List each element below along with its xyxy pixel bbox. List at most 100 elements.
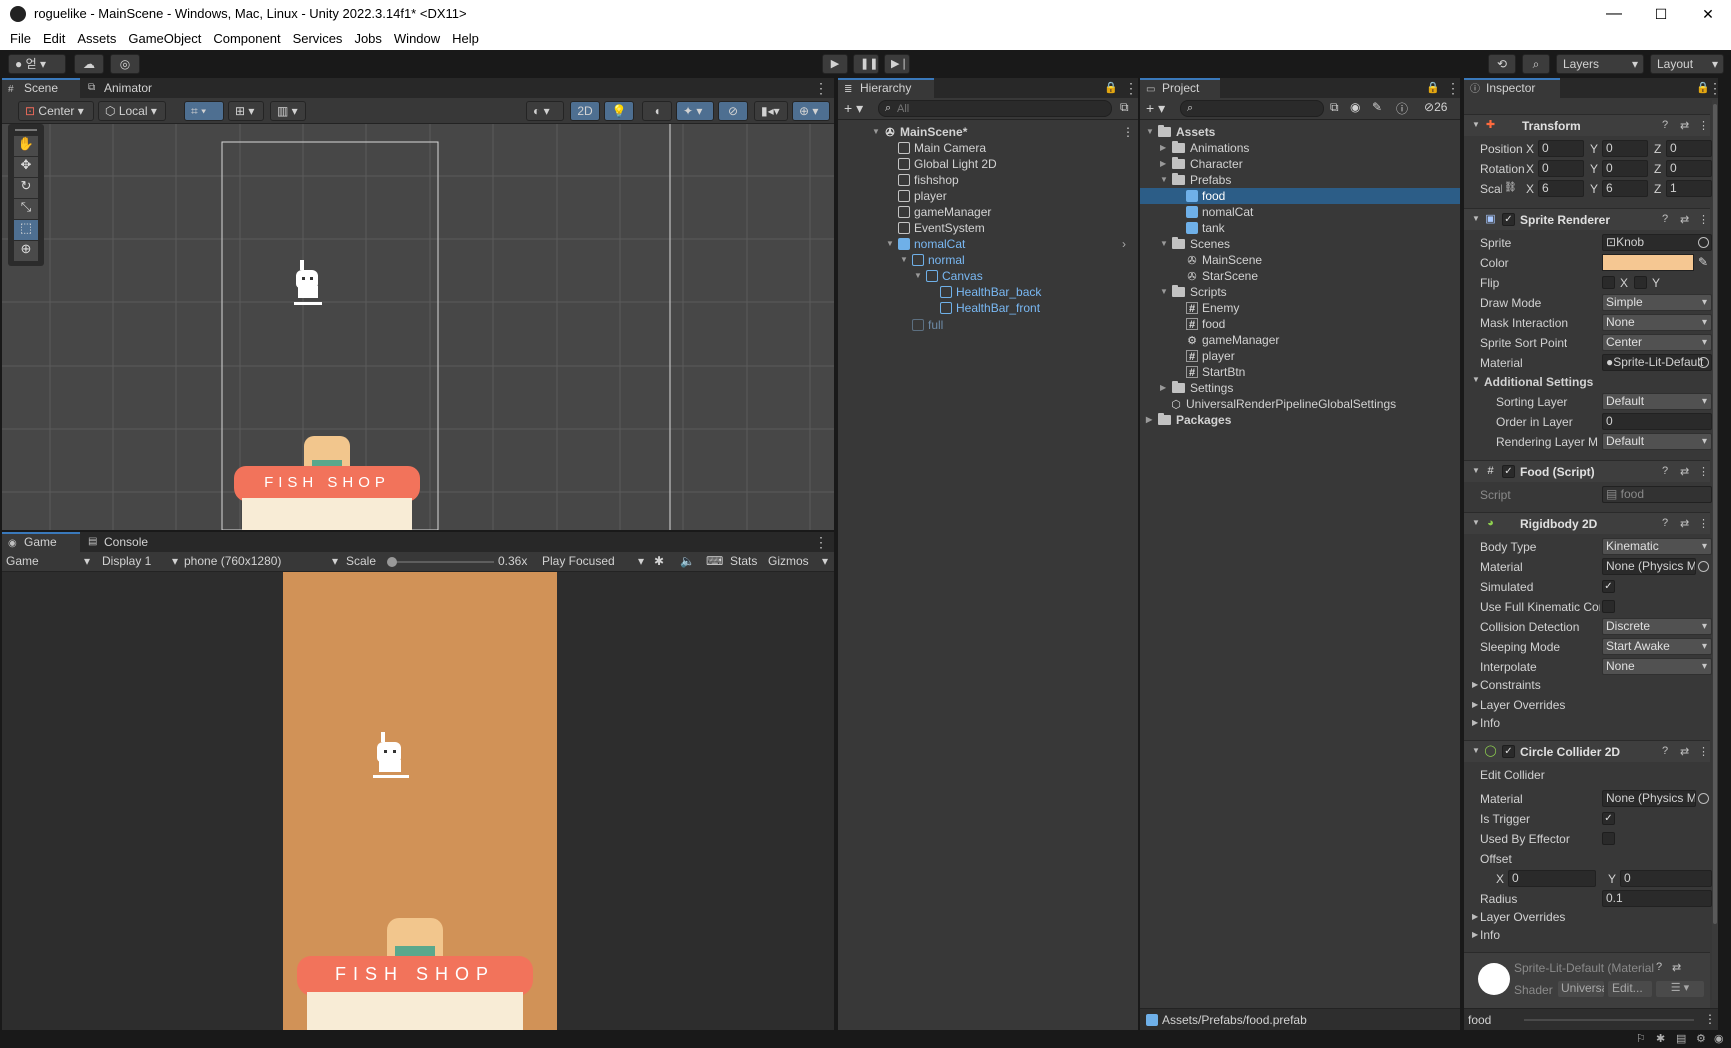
help-icon[interactable]: ? xyxy=(1662,517,1668,529)
foldout-arrow-icon[interactable]: ▶ xyxy=(1472,912,1478,921)
menu-help[interactable]: Help xyxy=(446,28,485,46)
rendering-layer-dropdown[interactable]: Default xyxy=(1602,433,1712,450)
link-icon[interactable]: ⛓ xyxy=(1504,182,1517,193)
lighting-toggle[interactable]: 💡 xyxy=(604,101,634,121)
component-kebab-icon[interactable]: ⋮ xyxy=(1698,119,1709,132)
menu-jobs[interactable]: Jobs xyxy=(348,28,387,46)
search-button[interactable]: ⌕ xyxy=(1522,54,1550,74)
fishshop-sprite[interactable]: FISH SHOP xyxy=(234,436,426,530)
tab-project[interactable]: ▭ Project xyxy=(1140,78,1220,98)
layer-overrides-foldout[interactable]: Layer Overrides xyxy=(1480,698,1565,712)
list-item[interactable]: Global Light 2D xyxy=(898,156,997,172)
scale-y-field[interactable]: 6 xyxy=(1602,180,1648,197)
snap-increment[interactable]: ⊞ ▾ xyxy=(228,101,264,121)
object-picker-icon[interactable] xyxy=(1698,793,1709,804)
rb-material-field[interactable]: None (Physics Material 2D) xyxy=(1602,558,1696,575)
effects-dropdown[interactable]: ✦ ▾ xyxy=(676,101,714,121)
pivot-mode-dropdown[interactable]: ⊡ Center ▾ xyxy=(18,101,94,121)
constraints-foldout[interactable]: Constraints xyxy=(1480,678,1541,692)
grid-snap-toggle[interactable]: ⌗ ▾ xyxy=(184,101,224,121)
list-item[interactable]: HealthBar_back xyxy=(940,284,1041,300)
transform-tool-icon[interactable]: ⊕ xyxy=(14,241,38,261)
enabled-checkbox[interactable]: ✓ xyxy=(1502,465,1515,478)
object-picker-icon[interactable] xyxy=(1698,357,1709,368)
info-icon[interactable]: ⓘ xyxy=(1396,100,1408,117)
collab-button[interactable]: ◎ xyxy=(110,54,140,74)
radius-field[interactable]: 0.1 xyxy=(1602,890,1712,907)
list-item[interactable]: # player xyxy=(1186,348,1235,364)
foldout-arrow-icon[interactable]: ▼ xyxy=(1472,375,1480,384)
preview-kebab-icon[interactable]: ⋮ xyxy=(1704,1012,1716,1026)
list-item[interactable]: HealthBar_front xyxy=(940,300,1040,316)
cat-sprite[interactable] xyxy=(292,260,324,305)
list-item[interactable]: # food xyxy=(1186,316,1225,332)
gizmos-dropdown[interactable]: Gizmos ▾ xyxy=(768,554,832,568)
draw-mode-dropdown[interactable]: ◐ ▾ xyxy=(526,101,564,121)
search-by-type-icon[interactable]: ⧉ xyxy=(1330,100,1339,115)
component-kebab-icon[interactable]: ⋮ xyxy=(1698,465,1709,478)
transform-header[interactable]: ▼ ✚ Transform ? ⇄ ⋮ xyxy=(1464,114,1710,136)
mute-audio-icon[interactable]: 🔈 xyxy=(680,554,695,568)
add-icon[interactable]: + ▾ xyxy=(844,100,863,117)
camera-dropdown[interactable]: ▮◂▾ xyxy=(754,101,788,121)
rotate-tool-icon[interactable]: ↻ xyxy=(14,178,38,198)
rect-tool-icon[interactable]: ⬚ xyxy=(14,220,38,240)
position-x-field[interactable]: 0 xyxy=(1538,140,1584,157)
mask-interaction-dropdown[interactable]: None xyxy=(1602,314,1712,331)
filter-icon[interactable]: ◉ xyxy=(1350,100,1360,114)
bug-icon[interactable]: ✱ xyxy=(654,554,664,568)
grid-visibility[interactable]: ▥ ▾ xyxy=(270,101,306,121)
rotation-z-field[interactable]: 0 xyxy=(1666,160,1712,177)
move-tool-icon[interactable]: ✥ xyxy=(14,157,38,177)
play-mode-dropdown[interactable]: Play Focused ▾ xyxy=(542,554,646,568)
collision-detection-dropdown[interactable]: Discrete xyxy=(1602,618,1712,635)
cc-material-field[interactable]: None (Physics Material 2D) xyxy=(1602,790,1696,807)
scale-slider-thumb[interactable] xyxy=(387,557,397,567)
inspector-scrollbar[interactable] xyxy=(1712,100,1718,1000)
list-item[interactable]: ✇ StarScene xyxy=(1186,268,1258,284)
offset-x-field[interactable]: 0 xyxy=(1508,870,1596,887)
tab-inspector[interactable]: ⓘ Inspector xyxy=(1464,78,1560,98)
account-dropdown[interactable]: ● 얻 ▾ xyxy=(8,54,66,74)
component-kebab-icon[interactable]: ⋮ xyxy=(1698,517,1709,530)
resolution-dropdown[interactable]: phone (760x1280) ▾ xyxy=(184,554,340,568)
enabled-checkbox[interactable]: ✓ xyxy=(1502,745,1515,758)
scene-kebab-icon[interactable]: ⋮ xyxy=(1122,124,1134,140)
hierarchy-search[interactable]: ⌕ xyxy=(878,100,1112,117)
component-kebab-icon[interactable]: ⋮ xyxy=(1698,213,1709,226)
pivot-space-dropdown[interactable]: ⬡ Local ▾ xyxy=(98,101,166,121)
interpolate-dropdown[interactable]: None xyxy=(1602,658,1712,675)
eyedropper-icon[interactable]: ✎ xyxy=(1698,255,1708,269)
settings-icon[interactable]: ⚙ xyxy=(1696,1032,1706,1045)
material-field[interactable]: ●Sprite-Lit-Default xyxy=(1602,354,1712,371)
menu-assets[interactable]: Assets xyxy=(71,28,122,46)
sleeping-mode-dropdown[interactable]: Start Awake xyxy=(1602,638,1712,655)
help-icon[interactable]: ? xyxy=(1662,745,1668,757)
menu-gameobject[interactable]: GameObject xyxy=(122,28,207,46)
menu-component[interactable]: Component xyxy=(207,28,286,46)
used-by-effector-checkbox[interactable] xyxy=(1602,832,1615,845)
list-item[interactable]: # Enemy xyxy=(1186,300,1239,316)
edit-collider-label[interactable]: Edit Collider xyxy=(1480,768,1545,782)
cloud-button[interactable]: ☁ xyxy=(74,54,104,74)
scene-visibility-icon[interactable]: ⧉ xyxy=(1120,100,1129,115)
object-picker-icon[interactable] xyxy=(1698,237,1709,248)
help-icon[interactable]: ? xyxy=(1662,465,1668,477)
sprite-field[interactable]: ⊡Knob xyxy=(1602,234,1712,251)
audio-toggle[interactable]: ◖ xyxy=(642,101,672,121)
menu-edit[interactable]: Edit xyxy=(37,28,71,46)
list-item[interactable]: ⚙ gameManager xyxy=(1186,332,1279,348)
object-picker-icon[interactable] xyxy=(1698,561,1709,572)
flip-x-checkbox[interactable] xyxy=(1602,276,1615,289)
hierarchy-kebab-icon[interactable]: ⋮ xyxy=(1124,81,1138,95)
additional-settings-label[interactable]: Additional Settings xyxy=(1484,375,1593,389)
circle-collider-header[interactable]: ▼ ◯ ✓ Circle Collider 2D ? ⇄ ⋮ xyxy=(1464,740,1710,762)
preset-icon[interactable]: ⇄ xyxy=(1672,961,1681,974)
lock-icon[interactable]: 🔒 xyxy=(1104,81,1118,95)
menu-services[interactable]: Services xyxy=(287,28,349,46)
scale-x-field[interactable]: 6 xyxy=(1538,180,1584,197)
tab-animator[interactable]: ⧉ Animator xyxy=(82,78,172,98)
project-kebab-icon[interactable]: ⋮ xyxy=(1446,81,1460,95)
scene-kebab-icon[interactable]: ⋮ xyxy=(814,81,828,95)
close-button[interactable]: ✕ xyxy=(1685,2,1731,26)
